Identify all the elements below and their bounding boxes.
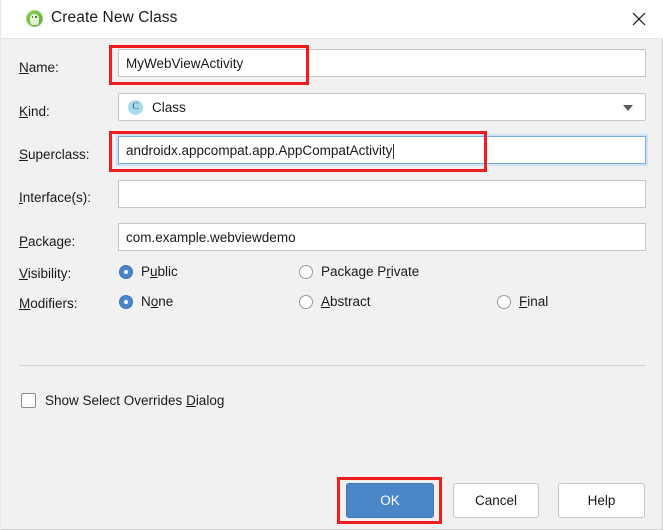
radio-mark-selected [119, 264, 133, 279]
radio-visibility-public-label: Public [141, 264, 178, 279]
visibility-label-rest: isibility: [27, 266, 72, 281]
kind-label-rest: ind: [28, 104, 50, 119]
superclass-label: Superclass: [19, 147, 90, 162]
package-label-rest: ackage: [28, 234, 76, 249]
name-input[interactable]: MyWebViewActivity [118, 49, 646, 77]
modifiers-label-rest: odifiers: [30, 296, 78, 311]
interfaces-label-rest: nterface(s): [22, 190, 92, 205]
interfaces-input[interactable] [118, 180, 646, 208]
package-input[interactable]: com.example.webviewdemo [118, 223, 646, 251]
radio-modifier-abstract[interactable]: Abstract [299, 294, 371, 309]
modifiers-label: Modifiers: [19, 296, 78, 311]
kind-dropdown[interactable]: C Class [118, 93, 646, 121]
radio-visibility-public[interactable]: Public [119, 264, 178, 279]
create-new-class-dialog: Create New Class Name: MyWebViewActivity… [0, 0, 663, 530]
radio-mark-unselected [299, 294, 313, 309]
name-label-rest: ame: [28, 60, 59, 75]
package-input-value: com.example.webviewdemo [126, 229, 296, 245]
close-icon [632, 12, 646, 26]
kind-label: Kind: [19, 104, 50, 119]
radio-modifier-none-label: None [141, 294, 174, 309]
interfaces-label: Interface(s): [19, 190, 92, 205]
ok-button[interactable]: OK [346, 483, 434, 518]
superclass-label-rest: uperclass: [28, 147, 90, 162]
help-button[interactable]: Help [558, 483, 645, 518]
package-label: Package: [19, 234, 76, 249]
radio-mark-unselected [299, 264, 313, 279]
chevron-down-icon [623, 105, 633, 111]
visibility-label: Visibility: [19, 266, 72, 281]
checkbox-box [21, 393, 36, 408]
radio-visibility-package-private-label: Package Private [321, 264, 420, 279]
superclass-input[interactable]: androidx.appcompat.app.AppCompatActivity [118, 136, 646, 164]
name-label: Name: [19, 60, 59, 75]
radio-modifier-final[interactable]: Final [497, 294, 548, 309]
radio-visibility-package-private[interactable]: Package Private [299, 264, 419, 279]
dialog-title-bar: Create New Class [1, 0, 663, 39]
android-studio-icon [26, 10, 43, 27]
name-input-value: MyWebViewActivity [126, 55, 244, 71]
radio-modifier-abstract-label: Abstract [321, 294, 371, 309]
section-divider [19, 365, 646, 366]
show-overrides-checkbox[interactable]: Show Select Overrides Dialog [21, 393, 224, 408]
radio-mark-selected [119, 294, 133, 309]
class-icon: C [128, 99, 143, 115]
kind-selected-value: Class [152, 99, 186, 115]
radio-modifier-none[interactable]: None [119, 294, 173, 309]
radio-modifier-final-label: Final [519, 294, 549, 309]
dialog-title: Create New Class [51, 9, 178, 26]
text-caret [393, 143, 395, 159]
close-button[interactable] [617, 0, 661, 37]
superclass-input-value: androidx.appcompat.app.AppCompatActivity [126, 142, 393, 158]
show-overrides-label: Show Select Overrides Dialog [45, 393, 225, 408]
radio-mark-unselected [497, 294, 511, 309]
cancel-button[interactable]: Cancel [453, 483, 539, 518]
